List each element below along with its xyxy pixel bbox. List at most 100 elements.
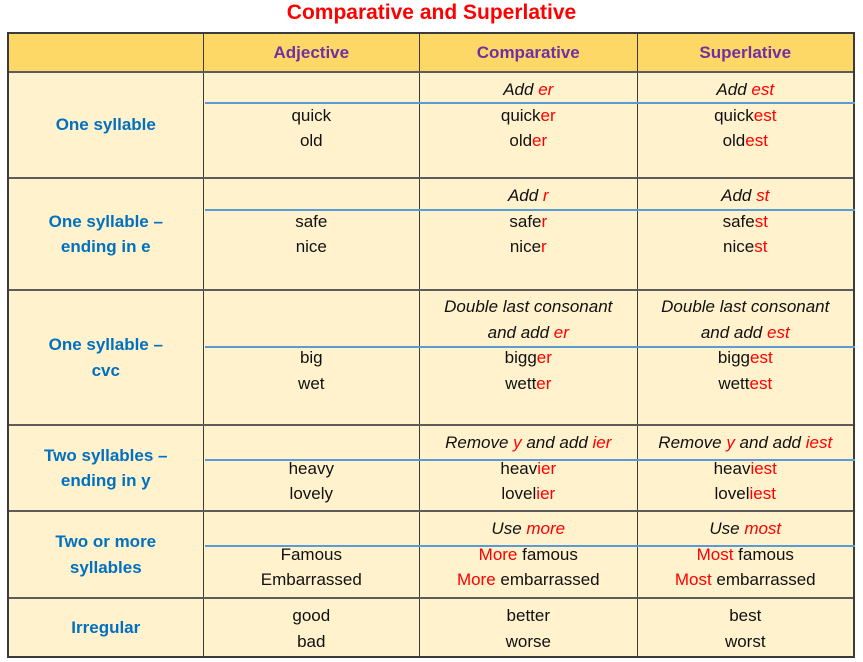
comparative-rule: Add er xyxy=(420,77,636,103)
suffix-text: er xyxy=(540,105,556,125)
stem-text: safe xyxy=(509,211,542,231)
suffix-text: Most xyxy=(696,544,734,564)
superlative-word: loveliest xyxy=(638,481,853,507)
comparative-rule: Double last consonant xyxy=(420,294,636,320)
comparison-table: Adjective Comparative Superlative One sy… xyxy=(7,32,855,658)
divider-line xyxy=(205,545,855,547)
superlative-word: nicest xyxy=(638,234,853,260)
superlative-word: biggest xyxy=(638,345,853,371)
row-label-line: ending in y xyxy=(60,471,151,490)
suffix-text: er xyxy=(553,322,569,342)
adjective-cell: quick old xyxy=(202,73,419,177)
comparative-cell: better worse xyxy=(419,599,636,656)
table-row: One syllable quick old Add er quicker older A… xyxy=(9,71,855,177)
row-label: Two syllables – ending in y xyxy=(9,426,203,510)
comparative-rule: Add r xyxy=(420,183,636,209)
suffix-text: r xyxy=(541,237,547,256)
row-label: One syllable xyxy=(9,73,203,177)
superlative-word: oldest xyxy=(638,128,853,154)
header-superlative: Superlative xyxy=(636,34,853,71)
suffix-text: est xyxy=(749,373,773,393)
rule-text: and add xyxy=(734,433,806,452)
row-label-line: Two syllables – xyxy=(44,445,168,465)
suffix-text: More xyxy=(456,570,496,589)
header-comparative: Comparative xyxy=(419,34,636,71)
row-label: Irregular xyxy=(9,599,203,656)
superlative-cell: Double last consonant and add est biggest w… xyxy=(636,291,853,424)
rule-text: Remove xyxy=(445,433,514,452)
comparative-cell: Add er quicker older xyxy=(419,73,636,177)
stem-text: bigg xyxy=(717,348,750,367)
header-blank xyxy=(9,34,203,71)
superlative-cell: Use most Most famous Most embarrassed xyxy=(636,512,853,597)
row-label: Two or more syllables xyxy=(9,512,203,597)
rule-text: Add xyxy=(507,186,543,205)
suffix-text: Most xyxy=(674,570,712,589)
suffix-text: ier xyxy=(592,433,612,452)
suffix-text: y xyxy=(513,433,522,452)
comparative-word: lovelier xyxy=(420,481,636,507)
adjective-cell: Famous Embarrassed xyxy=(202,512,419,597)
table-row: Two or more syllables Famous Embarrassed Us… xyxy=(9,510,855,597)
stem-text: famous xyxy=(733,544,794,564)
stem-text: embarrassed xyxy=(711,570,816,589)
stem-text: nice xyxy=(509,237,542,256)
comparative-word: More embarrassed xyxy=(420,567,636,593)
stem-text: old xyxy=(509,131,533,150)
table-row: Irregular good bad better worse best worst xyxy=(9,597,853,656)
stem-text: lovel xyxy=(501,484,537,503)
comparative-cell: Double last consonant and add er bigger wet… xyxy=(419,291,636,424)
suffix-text: est xyxy=(767,322,790,342)
superlative-word: Most embarrassed xyxy=(638,567,853,593)
suffix-text: more xyxy=(526,519,566,538)
suffix-text: st xyxy=(754,211,768,231)
superlative-rule: Double last consonant xyxy=(638,294,853,320)
superlative-rule: Remove y and add iest xyxy=(638,430,853,456)
page-title: Comparative and Superlative xyxy=(286,1,577,24)
rule-text: Use xyxy=(709,519,745,538)
suffix-text: r xyxy=(541,211,548,231)
suffix-text: iest xyxy=(805,433,833,452)
stem-text: heav xyxy=(713,458,751,478)
suffix-text: er xyxy=(532,131,548,150)
comparative-word: safer xyxy=(420,209,636,235)
divider-line xyxy=(205,459,855,461)
rule-text: and add xyxy=(487,322,554,342)
table-row: One syllable – ending in e safe nice Add rs… xyxy=(9,177,855,289)
adjective-word: quick xyxy=(291,105,332,125)
row-label-line: Two or more xyxy=(55,532,157,551)
superlative-rule: and add est xyxy=(638,320,853,346)
suffix-text: st xyxy=(754,237,768,256)
suffix-text: ier xyxy=(536,484,556,503)
suffix-text: est xyxy=(753,105,777,125)
adjective-cell: heavy lovely xyxy=(202,426,419,510)
divider-line xyxy=(205,102,855,104)
superlative-cell: Add est quickest oldest xyxy=(636,73,853,177)
comparative-word: bigger xyxy=(420,345,636,371)
suffix-text: er xyxy=(536,373,552,393)
suffix-text: iest xyxy=(749,484,776,503)
suffix-text: More xyxy=(478,544,518,564)
stem-text: better xyxy=(506,606,551,625)
row-label-line: syllables xyxy=(69,557,142,577)
row-label-line: One syllable – xyxy=(48,335,163,354)
suffix-text: ier xyxy=(537,458,557,478)
stem-text: quick xyxy=(500,105,541,125)
adjective-word: nice xyxy=(295,237,327,256)
superlative-cell: Remove y and add iest heaviest loveliest xyxy=(636,426,853,510)
superlative-cell: Add st safest nicest xyxy=(636,179,853,289)
divider-line xyxy=(205,209,855,211)
comparative-word: worse xyxy=(420,629,636,655)
adjective-word: bad xyxy=(297,631,326,651)
stem-text: quick xyxy=(714,105,754,125)
table-row: One syllable – cvc big wet Double last cons… xyxy=(9,289,855,424)
rule-text: Remove xyxy=(658,433,727,452)
adjective-word: lovely xyxy=(289,484,334,503)
rule-text: and add xyxy=(521,433,593,452)
row-label: One syllable – cvc xyxy=(9,291,203,424)
superlative-rule: Add st xyxy=(638,183,853,209)
